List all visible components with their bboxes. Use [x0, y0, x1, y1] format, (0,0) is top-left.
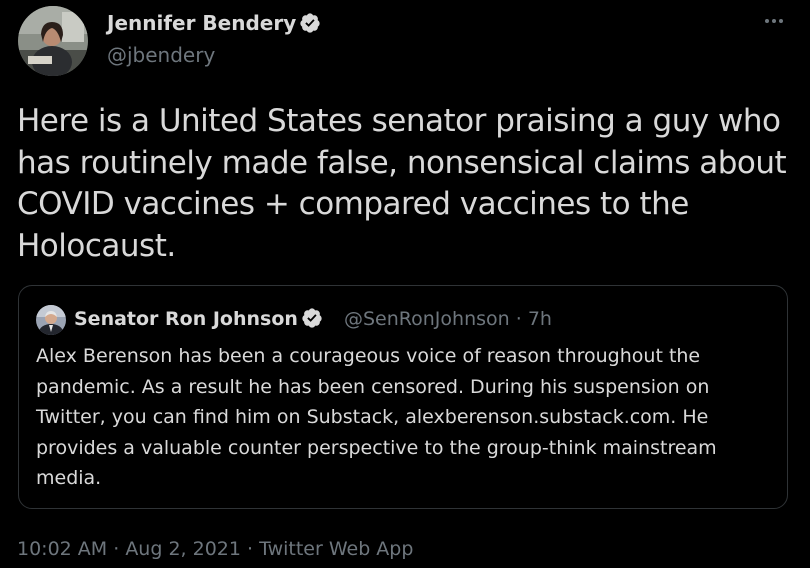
quoted-tweet-time[interactable]: 7h — [528, 308, 552, 330]
tweet-meta: 10:02 AM · Aug 2, 2021 · Twitter Web App — [17, 538, 413, 560]
author-avatar[interactable] — [18, 6, 88, 76]
verified-badge-icon — [299, 12, 321, 39]
quoted-author-name-text: Senator Ron Johnson — [74, 308, 298, 330]
meta-separator: · — [240, 538, 260, 560]
more-options-icon — [765, 19, 783, 23]
quoted-author-name[interactable]: Senator Ron Johnson — [74, 307, 323, 334]
author-handle[interactable]: @jbendery — [107, 43, 215, 67]
quoted-tweet-text: Alex Berenson has been a courageous voic… — [36, 345, 717, 489]
quoted-meta-separator: · — [509, 308, 528, 330]
tweet-time[interactable]: 10:02 AM — [17, 538, 107, 560]
quoted-author-avatar[interactable] — [36, 305, 66, 335]
tweet: Jennifer Bendery @jbendery Here is a Uni… — [0, 0, 810, 568]
meta-separator: · — [107, 538, 126, 560]
author-name[interactable]: Jennifer Bendery — [107, 11, 321, 39]
author-avatar-image — [18, 6, 88, 76]
author-name-text: Jennifer Bendery — [107, 11, 297, 35]
more-options-button[interactable] — [760, 8, 790, 34]
quoted-author-handle[interactable]: @SenRonJohnson — [344, 308, 510, 330]
tweet-text: Here is a United States senator praising… — [17, 103, 787, 264]
verified-badge-icon — [301, 307, 323, 334]
quoted-author-avatar-image — [36, 305, 66, 335]
quoted-author-meta: @SenRonJohnson · 7h — [344, 308, 552, 330]
tweet-date[interactable]: Aug 2, 2021 — [125, 538, 241, 560]
tweet-source[interactable]: Twitter Web App — [259, 538, 413, 560]
quoted-tweet-card[interactable]: Senator Ron Johnson @SenRonJohnson · 7h … — [18, 285, 788, 509]
